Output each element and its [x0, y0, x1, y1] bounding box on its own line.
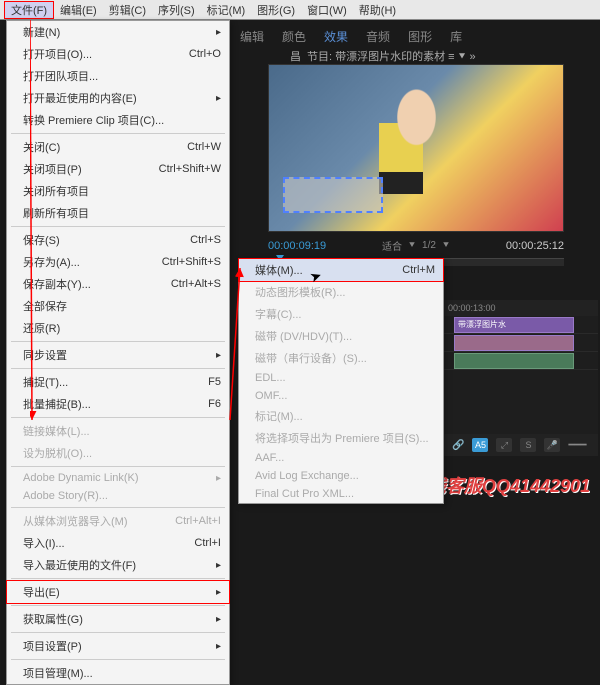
link-icon[interactable]: 🔗: [452, 440, 464, 451]
volume-icon[interactable]: ━━━: [568, 440, 586, 451]
file-menu-item: Adobe Story(R)...: [7, 487, 229, 505]
export-menu-item[interactable]: 媒体(M)...Ctrl+M: [238, 258, 444, 282]
export-menu-item: 字幕(C)...: [239, 303, 443, 325]
file-menu-item[interactable]: 打开团队项目...: [7, 65, 229, 87]
timecode-duration: 00:00:25:12: [506, 240, 564, 252]
file-menu-item[interactable]: 捕捉(T)...F5: [7, 371, 229, 393]
file-menu-item[interactable]: 批量捕捉(B)...F6: [7, 393, 229, 415]
file-menu-item: 链接媒体(L)...: [7, 420, 229, 442]
menu-marker[interactable]: 标记(M): [201, 2, 252, 18]
export-menu-item: 动态图形模板(R)...: [239, 281, 443, 303]
audio-track[interactable]: [444, 352, 598, 370]
export-menu-item: 磁带（串行设备）(S)...: [239, 347, 443, 369]
mic-icon[interactable]: 🎤: [544, 438, 560, 452]
fit-dropdown[interactable]: 适合: [382, 238, 402, 253]
video-clip-2[interactable]: [454, 335, 574, 351]
file-menu-item[interactable]: 导入(I)...Ctrl+I: [7, 532, 229, 554]
video-clip[interactable]: 带漂浮图片水: [454, 317, 574, 333]
file-dropdown: 新建(N)打开项目(O)...Ctrl+O打开团队项目...打开最近使用的内容(…: [6, 20, 230, 685]
file-menu-item[interactable]: 导入最近使用的文件(F): [7, 554, 229, 576]
file-menu-item: 从媒体浏览器导入(M)Ctrl+Alt+I: [7, 510, 229, 532]
file-menu-item[interactable]: 保存副本(Y)...Ctrl+Alt+S: [7, 273, 229, 295]
file-menu-item: 设为脱机(O)...: [7, 442, 229, 464]
export-menu-item: AAF...: [239, 449, 443, 467]
workspace-tabs: 编辑 颜色 效果 音频 图形 库: [240, 28, 462, 45]
program-monitor[interactable]: [268, 64, 564, 232]
prev-icon[interactable]: S: [520, 438, 536, 452]
video-track-2[interactable]: [444, 334, 598, 352]
file-menu-item[interactable]: 还原(R): [7, 317, 229, 339]
file-menu-item[interactable]: 项目设置(P): [7, 635, 229, 657]
watermark-overlay-box[interactable]: [283, 177, 383, 213]
menu-file[interactable]: 文件(F): [4, 1, 54, 19]
track-a5-button[interactable]: A5: [472, 438, 488, 452]
menu-edit[interactable]: 编辑(E): [54, 2, 103, 18]
file-menu-item[interactable]: 获取属性(G): [7, 608, 229, 630]
export-menu-item: OMF...: [239, 387, 443, 405]
file-menu-item: Adobe Dynamic Link(K): [7, 469, 229, 487]
timecode-current[interactable]: 00:00:09:19: [268, 240, 326, 252]
export-menu-item: EDL...: [239, 369, 443, 387]
menu-sequence[interactable]: 序列(S): [152, 2, 201, 18]
timeline-ruler[interactable]: 00:00:13:00: [444, 300, 598, 316]
file-menu-item[interactable]: 转换 Premiere Clip 项目(C)...: [7, 109, 229, 131]
audio-clip[interactable]: [454, 353, 574, 369]
file-menu-item[interactable]: 刷新所有项目: [7, 202, 229, 224]
file-menu-item[interactable]: 同步设置: [7, 344, 229, 366]
timeline-panel: 00:00:13:00 带漂浮图片水: [444, 300, 598, 446]
tab-color[interactable]: 颜色: [282, 28, 306, 45]
file-menu-item[interactable]: 全部保存: [7, 295, 229, 317]
menubar: 文件(F) 编辑(E) 剪辑(C) 序列(S) 标记(M) 图形(G) 窗口(W…: [0, 0, 600, 20]
time-display: 00:00:09:19 适合⯆ 1/2⯆ 00:00:25:12: [268, 238, 564, 253]
export-menu-item: Avid Log Exchange...: [239, 467, 443, 485]
tab-effects[interactable]: 效果: [324, 28, 348, 45]
file-menu-item[interactable]: 关闭(C)Ctrl+W: [7, 136, 229, 158]
export-submenu: 媒体(M)...Ctrl+M动态图形模板(R)...字幕(C)...磁带 (DV…: [238, 258, 444, 504]
transport-controls: 🔗 A5 ⤢ S 🎤 ━━━: [444, 434, 598, 456]
file-menu-item[interactable]: 关闭项目(P)Ctrl+Shift+W: [7, 158, 229, 180]
tab-audio[interactable]: 音频: [366, 28, 390, 45]
tab-edit[interactable]: 编辑: [240, 28, 264, 45]
menu-help[interactable]: 帮助(H): [353, 2, 402, 18]
export-menu-item: 将选择项导出为 Premiere 项目(S)...: [239, 427, 443, 449]
expand-icon[interactable]: ⤢: [496, 438, 512, 452]
file-menu-item[interactable]: 保存(S)Ctrl+S: [7, 229, 229, 251]
tab-graphics[interactable]: 图形: [408, 28, 432, 45]
file-menu-item[interactable]: 另存为(A)...Ctrl+Shift+S: [7, 251, 229, 273]
program-panel-title: 昌节目: 带漂浮图片水印的素材 ≡ ⯆ »: [290, 48, 476, 64]
file-menu-item[interactable]: 导出(E): [6, 580, 230, 604]
menu-clip[interactable]: 剪辑(C): [103, 2, 152, 18]
file-menu-item[interactable]: 打开项目(O)...Ctrl+O: [7, 43, 229, 65]
scale-dropdown[interactable]: 1/2: [422, 240, 436, 251]
export-menu-item: Final Cut Pro XML...: [239, 485, 443, 503]
menu-graphics[interactable]: 图形(G): [251, 2, 301, 18]
file-menu-item[interactable]: 项目管理(M)...: [7, 662, 229, 684]
file-menu-item[interactable]: 新建(N): [7, 21, 229, 43]
export-menu-item: 标记(M)...: [239, 405, 443, 427]
video-track[interactable]: 带漂浮图片水: [444, 316, 598, 334]
menu-window[interactable]: 窗口(W): [301, 2, 353, 18]
export-menu-item: 磁带 (DV/HDV)(T)...: [239, 325, 443, 347]
file-menu-item[interactable]: 关闭所有项目: [7, 180, 229, 202]
tab-library[interactable]: 库: [450, 28, 462, 45]
file-menu-item[interactable]: 打开最近使用的内容(E): [7, 87, 229, 109]
